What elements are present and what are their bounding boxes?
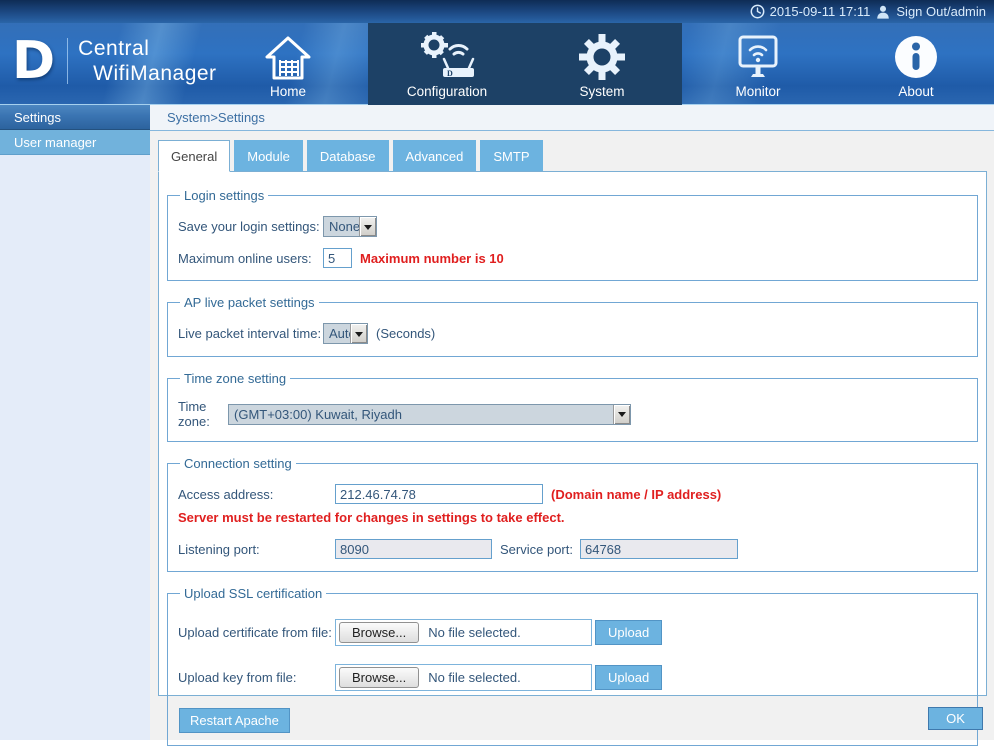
upload-cert-label: Upload certificate from file: bbox=[178, 625, 335, 640]
access-address-label: Access address: bbox=[178, 487, 335, 502]
save-login-label: Save your login settings: bbox=[178, 219, 323, 234]
about-info-icon bbox=[893, 30, 939, 80]
connection-fieldset: Connection setting Access address: (Doma… bbox=[167, 456, 978, 572]
max-users-note: Maximum number is 10 bbox=[360, 251, 504, 266]
nav-item-system[interactable]: System bbox=[532, 23, 672, 105]
tab-general[interactable]: General bbox=[158, 140, 230, 172]
interval-value: Auto bbox=[324, 324, 350, 343]
svg-text:D: D bbox=[447, 69, 453, 78]
max-users-label: Maximum online users: bbox=[178, 251, 323, 266]
listening-port-label: Listening port: bbox=[178, 542, 335, 557]
cert-no-file-text: No file selected. bbox=[428, 625, 521, 640]
restart-warning-note: Server must be restarted for changes in … bbox=[178, 510, 967, 525]
datetime-text: 2015-09-11 17:11 bbox=[770, 4, 871, 19]
home-icon bbox=[264, 30, 312, 80]
user-icon bbox=[875, 4, 891, 19]
app-title-line1: Central bbox=[78, 36, 216, 61]
key-upload-button[interactable]: Upload bbox=[595, 665, 662, 690]
access-address-note: (Domain name / IP address) bbox=[551, 487, 721, 502]
configuration-icon: D bbox=[419, 30, 475, 80]
upload-ssl-legend: Upload SSL certification bbox=[180, 586, 326, 601]
sidebar-item-user-manager[interactable]: User manager bbox=[0, 130, 150, 155]
logo-divider bbox=[67, 38, 68, 84]
chevron-down-icon bbox=[350, 324, 367, 343]
tab-advanced[interactable]: Advanced bbox=[393, 140, 477, 171]
sidebar: Settings User manager bbox=[0, 105, 150, 740]
nav-label-system: System bbox=[579, 84, 624, 99]
ok-button[interactable]: OK bbox=[928, 707, 983, 730]
app-title-line2: WifiManager bbox=[78, 61, 216, 86]
system-gear-icon bbox=[579, 30, 625, 80]
tab-module[interactable]: Module bbox=[234, 140, 303, 171]
access-address-input[interactable] bbox=[335, 484, 543, 504]
nav-label-about: About bbox=[898, 84, 933, 99]
key-browse-button[interactable]: Browse... bbox=[339, 667, 419, 688]
breadcrumb: System>Settings bbox=[150, 105, 994, 131]
brand-logo: D Central WifiManager bbox=[12, 33, 217, 89]
content-area: System>Settings General Module Database … bbox=[150, 105, 994, 740]
listening-port-input bbox=[335, 539, 492, 559]
interval-label: Live packet interval time: bbox=[178, 326, 323, 341]
tab-panel-general: Login settings Save your login settings:… bbox=[158, 171, 987, 696]
cert-file-input[interactable]: Browse... No file selected. bbox=[335, 619, 592, 646]
nav-label-configuration: Configuration bbox=[407, 84, 487, 99]
restart-apache-button[interactable]: Restart Apache bbox=[179, 708, 290, 733]
chevron-down-icon bbox=[613, 405, 630, 424]
interval-select[interactable]: Auto bbox=[323, 323, 368, 344]
connection-legend: Connection setting bbox=[180, 456, 296, 471]
sidebar-item-settings[interactable]: Settings bbox=[0, 105, 150, 130]
nav-label-monitor: Monitor bbox=[735, 84, 780, 99]
service-port-label: Service port: bbox=[500, 542, 573, 557]
max-users-input[interactable] bbox=[323, 248, 352, 268]
signout-link[interactable]: Sign Out/admin bbox=[896, 4, 986, 19]
ap-live-packet-fieldset: AP live packet settings Live packet inte… bbox=[167, 295, 978, 357]
monitor-icon bbox=[734, 30, 782, 80]
timezone-select[interactable]: (GMT+03:00) Kuwait, Riyadh bbox=[228, 404, 631, 425]
tab-smtp[interactable]: SMTP bbox=[480, 140, 542, 171]
ap-live-packet-legend: AP live packet settings bbox=[180, 295, 319, 310]
key-no-file-text: No file selected. bbox=[428, 670, 521, 685]
topbar: 2015-09-11 17:11 Sign Out/admin bbox=[0, 0, 994, 23]
cert-upload-button[interactable]: Upload bbox=[595, 620, 662, 645]
tab-bar: General Module Database Advanced SMTP bbox=[158, 140, 987, 171]
breadcrumb-text: System>Settings bbox=[167, 110, 265, 125]
login-settings-fieldset: Login settings Save your login settings:… bbox=[167, 188, 978, 281]
clock-icon bbox=[750, 4, 765, 19]
upload-key-label: Upload key from file: bbox=[178, 670, 335, 685]
app-title: Central WifiManager bbox=[78, 36, 216, 86]
timezone-value: (GMT+03:00) Kuwait, Riyadh bbox=[229, 405, 613, 424]
chevron-down-icon bbox=[359, 217, 376, 236]
nav-label-home: Home bbox=[270, 84, 306, 99]
cert-browse-button[interactable]: Browse... bbox=[339, 622, 419, 643]
app-header: D Central WifiManager Home bbox=[0, 23, 994, 105]
content-body: General Module Database Advanced SMTP Lo… bbox=[150, 131, 994, 740]
tab-database[interactable]: Database bbox=[307, 140, 389, 171]
timezone-legend: Time zone setting bbox=[180, 371, 290, 386]
dlink-logo: D bbox=[12, 33, 55, 89]
timezone-label: Time zone: bbox=[178, 399, 228, 429]
nav-item-about[interactable]: About bbox=[846, 23, 986, 105]
timezone-fieldset: Time zone setting Time zone: (GMT+03:00)… bbox=[167, 371, 978, 442]
service-port-input bbox=[580, 539, 738, 559]
nav-item-home[interactable]: Home bbox=[218, 23, 358, 105]
nav-item-monitor[interactable]: Monitor bbox=[688, 23, 828, 105]
save-login-value: None bbox=[324, 217, 359, 236]
key-file-input[interactable]: Browse... No file selected. bbox=[335, 664, 592, 691]
nav-item-configuration[interactable]: D Configuration bbox=[377, 23, 517, 105]
interval-unit: (Seconds) bbox=[376, 326, 435, 341]
save-login-select[interactable]: None bbox=[323, 216, 377, 237]
login-settings-legend: Login settings bbox=[180, 188, 268, 203]
